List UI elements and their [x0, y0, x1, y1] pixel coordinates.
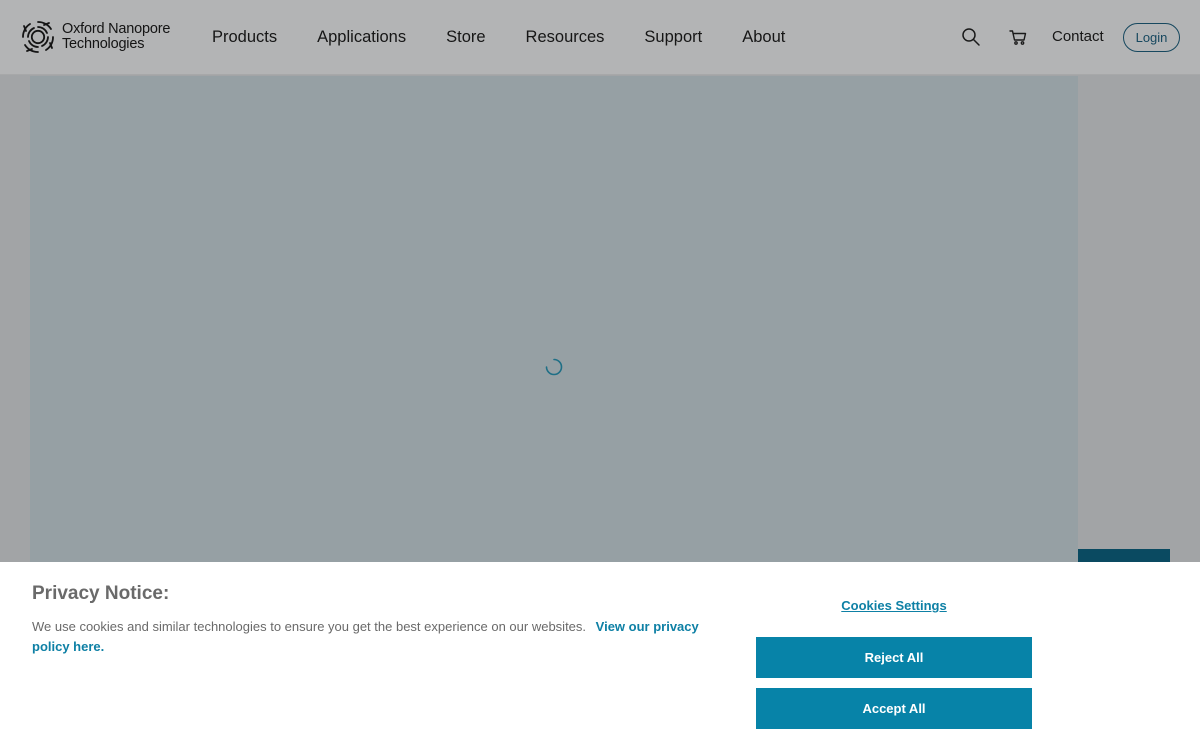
logo-line2: Technologies — [62, 36, 145, 52]
accept-all-button[interactable]: Accept All — [756, 688, 1032, 729]
nav-support[interactable]: Support — [644, 28, 702, 47]
brand-logo[interactable]: Oxford Nanopore Technologies — [20, 19, 170, 55]
nav-store[interactable]: Store — [446, 28, 485, 47]
cookie-title: Privacy Notice: — [32, 583, 170, 604]
cart-icon — [1009, 30, 1027, 45]
main-nav: Products Applications Store Resources Su… — [212, 0, 825, 75]
contact-link[interactable]: Contact — [1052, 28, 1104, 45]
nav-products[interactable]: Products — [212, 28, 277, 47]
loading-spinner-icon — [545, 358, 563, 376]
logo-line1: Oxford Nanopore — [62, 21, 171, 37]
cookie-banner: Privacy Notice: We use cookies and simil… — [0, 562, 1200, 750]
logo-text: Oxford Nanopore Technologies — [62, 22, 170, 52]
cookie-text-block: We use cookies and similar technologies … — [32, 617, 712, 657]
nav-about[interactable]: About — [742, 28, 785, 47]
hero-media-loading — [30, 76, 1078, 562]
search-icon — [962, 28, 980, 46]
side-tab-edge — [1078, 549, 1170, 562]
cart-button[interactable] — [1008, 27, 1028, 47]
logo-icon — [22, 21, 54, 53]
cookie-description: We use cookies and similar technologies … — [32, 619, 587, 634]
site-header: Oxford Nanopore Technologies Products Ap… — [0, 0, 1200, 75]
reject-all-button[interactable]: Reject All — [756, 637, 1032, 678]
cookies-settings-button[interactable]: Cookies Settings — [756, 598, 1032, 613]
nav-applications[interactable]: Applications — [317, 28, 406, 47]
login-button[interactable]: Login — [1123, 23, 1180, 52]
nav-resources[interactable]: Resources — [526, 28, 605, 47]
search-button[interactable] — [961, 27, 981, 47]
